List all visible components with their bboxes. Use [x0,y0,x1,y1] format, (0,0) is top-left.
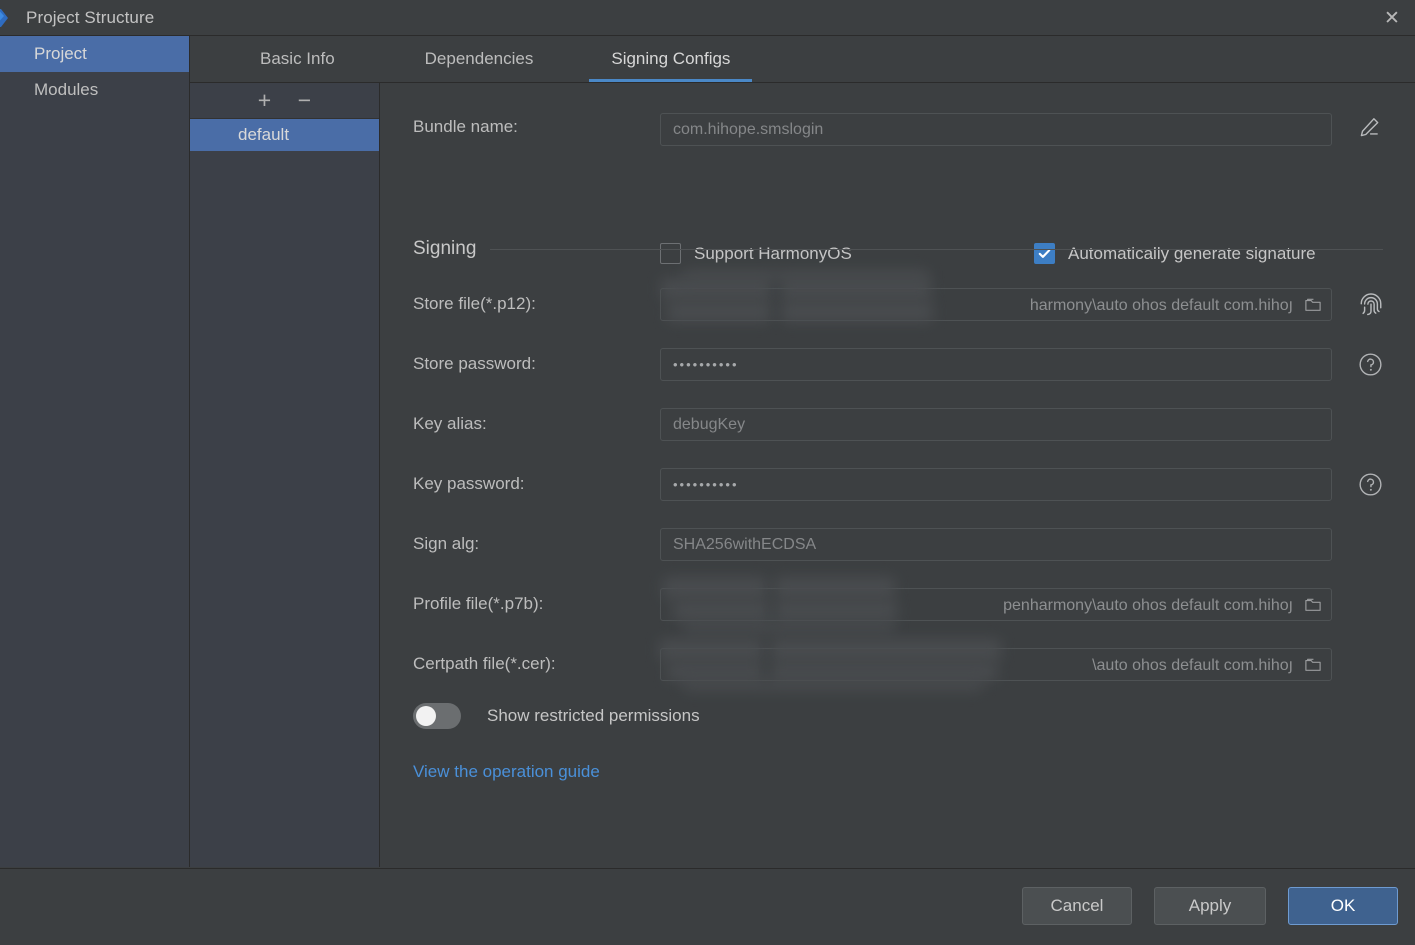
window-titlebar: Project Structure ✕ [0,0,1415,36]
bundle-name-input[interactable]: com.hihope.smslogin [660,113,1332,146]
bundle-name-value: com.hihope.smslogin [673,120,824,138]
tab-label: Dependencies [424,49,534,68]
tab-bar: Basic Info Dependencies Signing Configs [190,36,1415,83]
tab-basic-info[interactable]: Basic Info [234,36,361,82]
certpath-file-label: Certpath file(*.cer): [413,654,556,673]
key-alias-value: debugKey [673,415,746,433]
show-restricted-permissions-row[interactable]: Show restricted permissions [413,703,700,729]
window-title: Project Structure [26,7,155,27]
bundle-name-label: Bundle name: [413,117,518,136]
apply-button[interactable]: Apply [1154,887,1266,925]
profile-file-label: Profile file(*.p7b): [413,594,544,613]
left-sidebar: Project Modules [0,36,190,867]
profile-file-label-row: Profile file(*.p7b): [413,594,543,614]
operation-guide-link[interactable]: View the operation guide [413,762,600,782]
sign-alg-input[interactable]: SHA256withECDSA [660,528,1332,561]
tab-label: Basic Info [260,49,335,68]
add-config-button[interactable]: + [254,89,276,112]
profile-file-input[interactable]: penharmony\auto ohos default com.hihoյ [660,588,1332,621]
section-divider [490,248,1383,250]
signing-config-list-panel: + − default [190,82,380,867]
certpath-file-label-row: Certpath file(*.cer): [413,654,556,674]
store-file-value: harmony\auto ohos default com.hihoյ [1029,296,1293,314]
toggle-knob [416,706,436,726]
certpath-file-input[interactable]: \auto ohos default com.hihoյ [660,648,1332,681]
folder-icon[interactable] [1304,297,1322,313]
key-password-label: Key password: [413,474,525,493]
key-password-label-row: Key password: [413,474,525,494]
remove-config-button[interactable]: − [294,89,316,112]
key-alias-label: Key alias: [413,414,487,433]
ok-button[interactable]: OK [1288,887,1398,925]
operation-guide-row[interactable]: View the operation guide [413,762,600,782]
key-password-input[interactable]: •••••••••• [660,468,1332,501]
store-password-label-row: Store password: [413,354,536,374]
key-alias-input[interactable]: debugKey [660,408,1332,441]
sign-alg-label-row: Sign alg: [413,534,479,554]
store-file-label-row: Store file(*.p12): [413,294,536,314]
profile-file-value: penharmony\auto ohos default com.hihoյ [1003,596,1293,614]
certpath-file-value: \auto ohos default com.hihoյ [1092,656,1293,674]
close-icon[interactable]: ✕ [1369,0,1415,36]
fingerprint-icon[interactable] [1356,289,1386,319]
config-item-label: default [238,125,290,144]
store-password-input[interactable]: •••••••••• [660,348,1332,381]
sign-alg-value: SHA256withECDSA [673,535,817,553]
store-file-input[interactable]: harmony\auto ohos default com.hihoյ [660,288,1332,321]
sign-alg-label: Sign alg: [413,534,480,553]
list-item[interactable]: default [190,119,379,151]
tab-label: Signing Configs [611,49,731,68]
sidebar-item-label: Project [34,44,87,63]
key-alias-label-row: Key alias: [413,414,487,434]
signing-section-title: Signing [413,238,477,259]
sidebar-item-modules[interactable]: Modules [0,72,189,108]
signing-section-header: Signing [413,238,1383,260]
show-restricted-permissions-label: Show restricted permissions [487,706,700,725]
sidebar-item-project[interactable]: Project [0,36,189,72]
bundle-name-label-row: Bundle name: [413,117,518,137]
help-icon[interactable] [1357,351,1384,378]
folder-icon[interactable] [1304,657,1322,673]
store-file-label: Store file(*.p12): [413,294,536,313]
config-list-toolbar: + − [190,83,379,119]
pencil-icon[interactable] [1356,115,1382,141]
sidebar-item-label: Modules [34,80,99,99]
cancel-button[interactable]: Cancel [1022,887,1132,925]
key-password-value: •••••••••• [673,477,739,492]
tab-signing-configs[interactable]: Signing Configs [585,36,756,82]
deveco-logo-icon [0,8,8,27]
folder-icon[interactable] [1304,597,1322,613]
signing-configs-form: Bundle name: com.hihope.smslogin Support… [381,83,1415,867]
store-password-label: Store password: [413,354,536,373]
dialog-footer: Cancel Apply OK [0,868,1415,945]
help-icon[interactable] [1357,471,1384,498]
show-restricted-permissions-toggle[interactable] [413,703,461,729]
tab-dependencies[interactable]: Dependencies [399,36,560,82]
store-password-value: •••••••••• [673,357,739,372]
